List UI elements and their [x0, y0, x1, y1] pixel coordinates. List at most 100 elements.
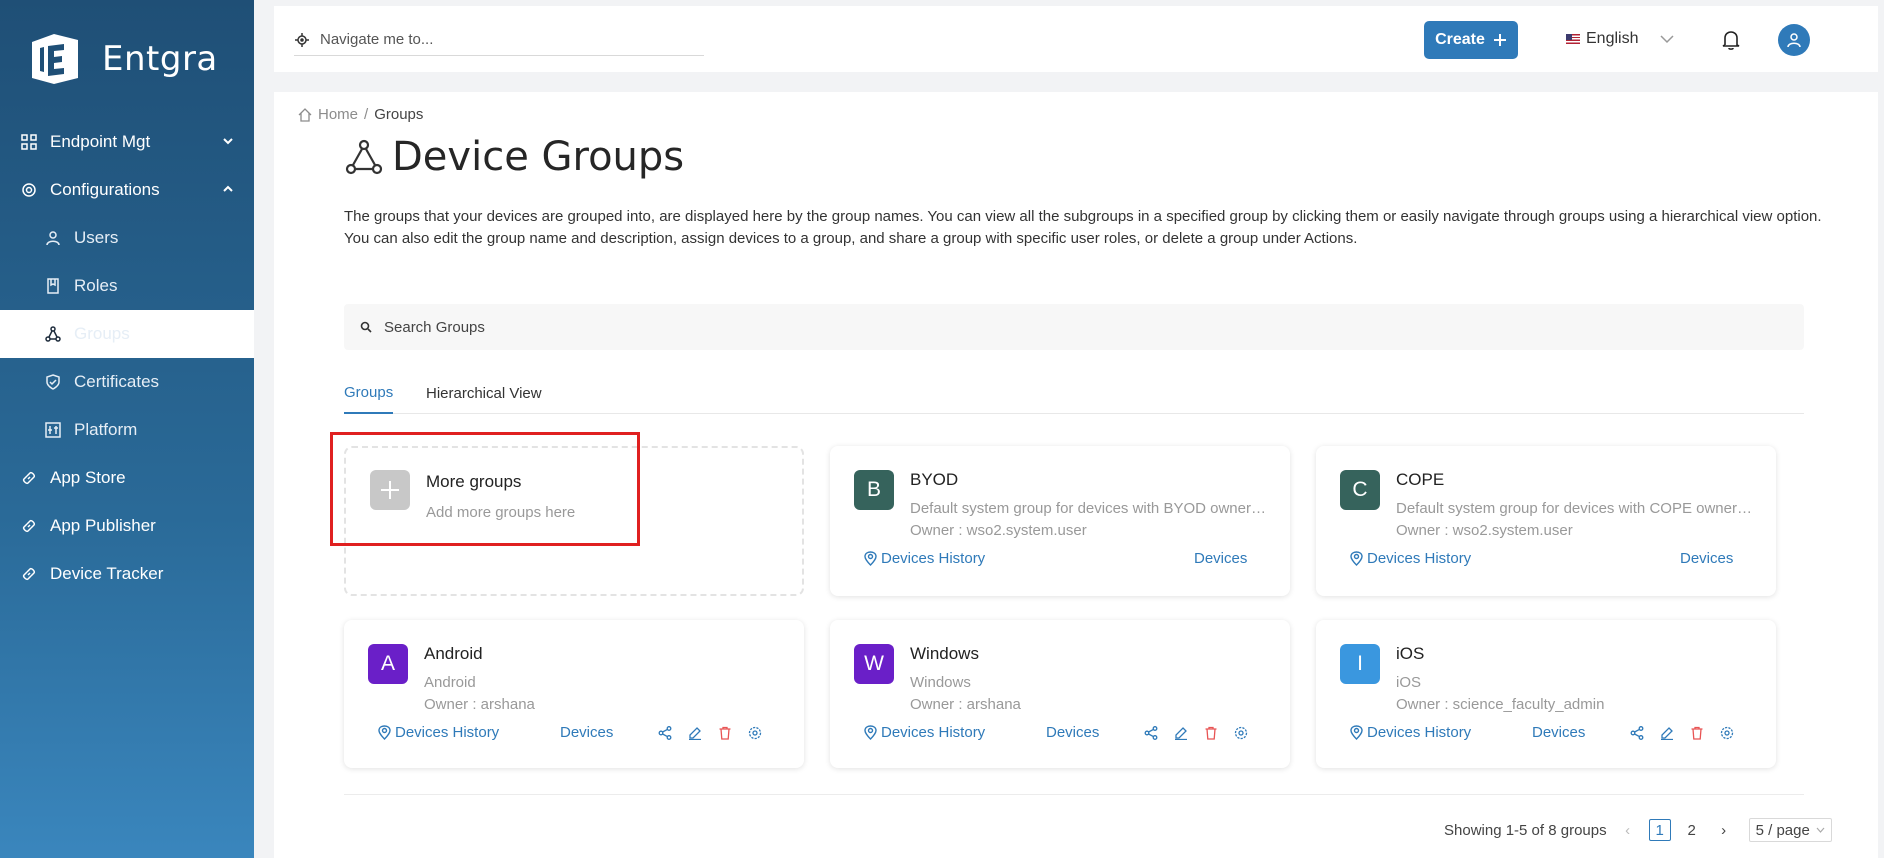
sidebar-item-certificates[interactable]: Certificates: [0, 358, 254, 406]
sidebar-item-label: Certificates: [74, 372, 160, 391]
sidebar-item-roles[interactable]: Roles: [0, 262, 254, 310]
search-placeholder: Search Groups: [384, 318, 485, 336]
devices-link[interactable]: Devices: [1046, 724, 1099, 741]
entgra-logo-icon: [32, 34, 78, 84]
sidebar-item-label: Groups: [74, 324, 130, 343]
breadcrumb-home[interactable]: Home: [318, 106, 358, 123]
page-header-card: Home / Groups Device Groups The groups t…: [274, 92, 1878, 280]
group-avatar: A: [368, 644, 408, 684]
prev-page-icon[interactable]: ‹: [1617, 819, 1639, 841]
home-icon: [298, 107, 312, 122]
sidebar-item-label: Platform: [74, 420, 138, 439]
user-icon: [1787, 33, 1801, 48]
group-actions: [658, 726, 762, 740]
group-name: iOS: [1396, 644, 1425, 663]
sidebar-item-label: Configurations: [50, 180, 160, 199]
group-description: Default system group for devices with CO…: [1396, 500, 1756, 517]
location-pin-icon: [1350, 725, 1363, 740]
group-card-cope[interactable]: C COPE Default system group for devices …: [1316, 446, 1776, 596]
group-card-ios[interactable]: I iOS iOS Owner : science_faculty_admin …: [1316, 620, 1776, 768]
share-icon[interactable]: [1144, 726, 1158, 740]
devices-link[interactable]: Devices: [1194, 550, 1247, 567]
group-actions: [1144, 726, 1248, 740]
search-groups-input[interactable]: Search Groups: [344, 304, 1804, 350]
brand-name: Entgra: [102, 39, 218, 79]
page-2-button[interactable]: 2: [1681, 819, 1703, 841]
user-avatar[interactable]: [1778, 24, 1810, 56]
sidebar-item-users[interactable]: Users: [0, 214, 254, 262]
group-card-byod[interactable]: B BYOD Default system group for devices …: [830, 446, 1290, 596]
location-pin-icon: [1350, 551, 1363, 566]
settings-icon[interactable]: [1720, 726, 1734, 740]
book-icon: [44, 277, 62, 295]
breadcrumb-separator: /: [364, 106, 369, 123]
top-header: Navigate me to... Create English: [274, 6, 1878, 72]
sidebar-item-app-store[interactable]: App Store: [0, 454, 254, 502]
devices-history-label: Devices History: [395, 724, 500, 741]
devices-history-link[interactable]: Devices History: [864, 550, 985, 567]
sidebar-nav: Endpoint Mgt Configurations Users Roles: [0, 118, 254, 598]
language-select[interactable]: English: [1566, 30, 1675, 48]
chevron-down-icon: [1660, 35, 1675, 44]
devices-history-link[interactable]: Devices History: [864, 724, 985, 741]
page-1-button[interactable]: 1: [1648, 819, 1671, 841]
sidebar-item-platform[interactable]: Platform: [0, 406, 254, 454]
devices-history-link[interactable]: Devices History: [1350, 724, 1471, 741]
crosshair-icon: [295, 32, 309, 47]
group-card-windows[interactable]: W Windows Windows Owner : arshana Device…: [830, 620, 1290, 768]
link-icon: [20, 517, 38, 535]
devices-link[interactable]: Devices: [1680, 550, 1733, 567]
tab-hierarchical-view[interactable]: Hierarchical View: [426, 372, 542, 414]
sidebar-item-label: App Store: [50, 468, 126, 487]
brand-logo[interactable]: Entgra: [24, 28, 218, 90]
groups-content: Search Groups Groups Hierarchical View M…: [274, 280, 1878, 858]
share-icon[interactable]: [1630, 726, 1644, 740]
share-icon[interactable]: [658, 726, 672, 740]
location-pin-icon: [378, 725, 391, 740]
group-actions: [1630, 726, 1734, 740]
settings-icon[interactable]: [748, 726, 762, 740]
create-button[interactable]: Create: [1424, 21, 1518, 59]
sidebar-item-groups[interactable]: Groups: [0, 310, 254, 358]
next-page-icon[interactable]: ›: [1713, 819, 1735, 841]
tab-groups[interactable]: Groups: [344, 372, 394, 414]
edit-icon[interactable]: [1660, 726, 1674, 740]
sidebar-item-app-publisher[interactable]: App Publisher: [0, 502, 254, 550]
devices-link[interactable]: Devices: [560, 724, 613, 741]
group-name: Windows: [910, 644, 979, 663]
sidebar-item-endpoint-mgt[interactable]: Endpoint Mgt: [0, 118, 254, 166]
search-icon: [360, 321, 372, 333]
gear-icon: [20, 181, 38, 199]
groups-icon: [345, 139, 383, 175]
settings-icon[interactable]: [1234, 726, 1248, 740]
sidebar-item-configurations[interactable]: Configurations: [0, 166, 254, 214]
devices-history-link[interactable]: Devices History: [378, 724, 499, 741]
breadcrumb: Home / Groups: [298, 106, 423, 123]
navigate-placeholder: Navigate me to...: [320, 31, 434, 48]
link-icon: [20, 565, 38, 583]
bell-icon[interactable]: [1722, 30, 1740, 50]
navigate-input[interactable]: Navigate me to...: [294, 24, 704, 56]
sidebar-item-device-tracker[interactable]: Device Tracker: [0, 550, 254, 598]
highlight-box: [330, 432, 640, 546]
delete-icon[interactable]: [1204, 726, 1218, 740]
sidebar-item-label: App Publisher: [50, 516, 156, 535]
edit-icon[interactable]: [1174, 726, 1188, 740]
location-pin-icon: [864, 725, 877, 740]
groups-icon: [44, 325, 62, 343]
delete-icon[interactable]: [1690, 726, 1704, 740]
chevron-down-icon: [1816, 827, 1825, 833]
group-card-android[interactable]: A Android Android Owner : arshana Device…: [344, 620, 804, 768]
delete-icon[interactable]: [718, 726, 732, 740]
page-size-select[interactable]: 5 / page: [1748, 818, 1832, 842]
platform-icon: [44, 421, 62, 439]
grid-icon: [20, 133, 38, 151]
group-name: BYOD: [910, 470, 959, 489]
page-title-text: Device Groups: [392, 134, 685, 180]
devices-history-label: Devices History: [881, 724, 986, 741]
group-description: Android: [424, 674, 476, 691]
edit-icon[interactable]: [688, 726, 702, 740]
devices-history-link[interactable]: Devices History: [1350, 550, 1471, 567]
devices-link[interactable]: Devices: [1532, 724, 1585, 741]
group-avatar: B: [854, 470, 894, 510]
